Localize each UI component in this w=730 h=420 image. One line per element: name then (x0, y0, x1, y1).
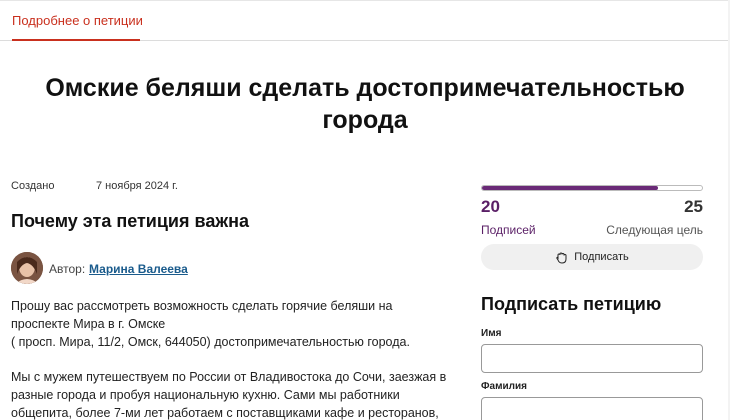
avatar (11, 252, 43, 284)
last-name-field[interactable] (481, 397, 703, 420)
active-tab-indicator (12, 39, 140, 41)
why-heading: Почему эта петиция важна (11, 211, 249, 231)
progress-bar (481, 185, 703, 191)
goal-label: Следующая цель (606, 223, 703, 237)
body-paragraph-2: Мы с мужем путешествуем по России от Вла… (11, 370, 447, 420)
first-name-label: Имя (481, 328, 502, 339)
author-link[interactable]: Марина Валеева (89, 262, 188, 276)
sign-button-label: Подписать (574, 251, 629, 263)
created-date: 7 ноября 2024 г. (96, 180, 178, 192)
author-label: Автор: (49, 262, 86, 276)
sign-button[interactable]: Подписать (481, 244, 703, 270)
signed-count: 20 (481, 197, 500, 216)
tab-details[interactable]: Подробнее о петиции (12, 4, 143, 41)
goal-count: 25 (684, 197, 703, 216)
tab-bar: Подробнее о петиции (0, 4, 730, 41)
hand-icon (555, 251, 568, 264)
created-label: Создано (11, 180, 55, 192)
last-name-label: Фамилия (481, 381, 527, 392)
sign-form-heading: Подписать петицию (481, 294, 662, 314)
author-photo (11, 252, 43, 284)
body-paragraph-1: Прошу вас рассмотреть возможность сделат… (11, 299, 410, 349)
first-name-field[interactable] (481, 344, 703, 373)
page-title: Омские беляши сделать достопримечательно… (45, 74, 685, 134)
signed-label: Подписей (481, 223, 536, 237)
progress-fill (482, 186, 658, 190)
